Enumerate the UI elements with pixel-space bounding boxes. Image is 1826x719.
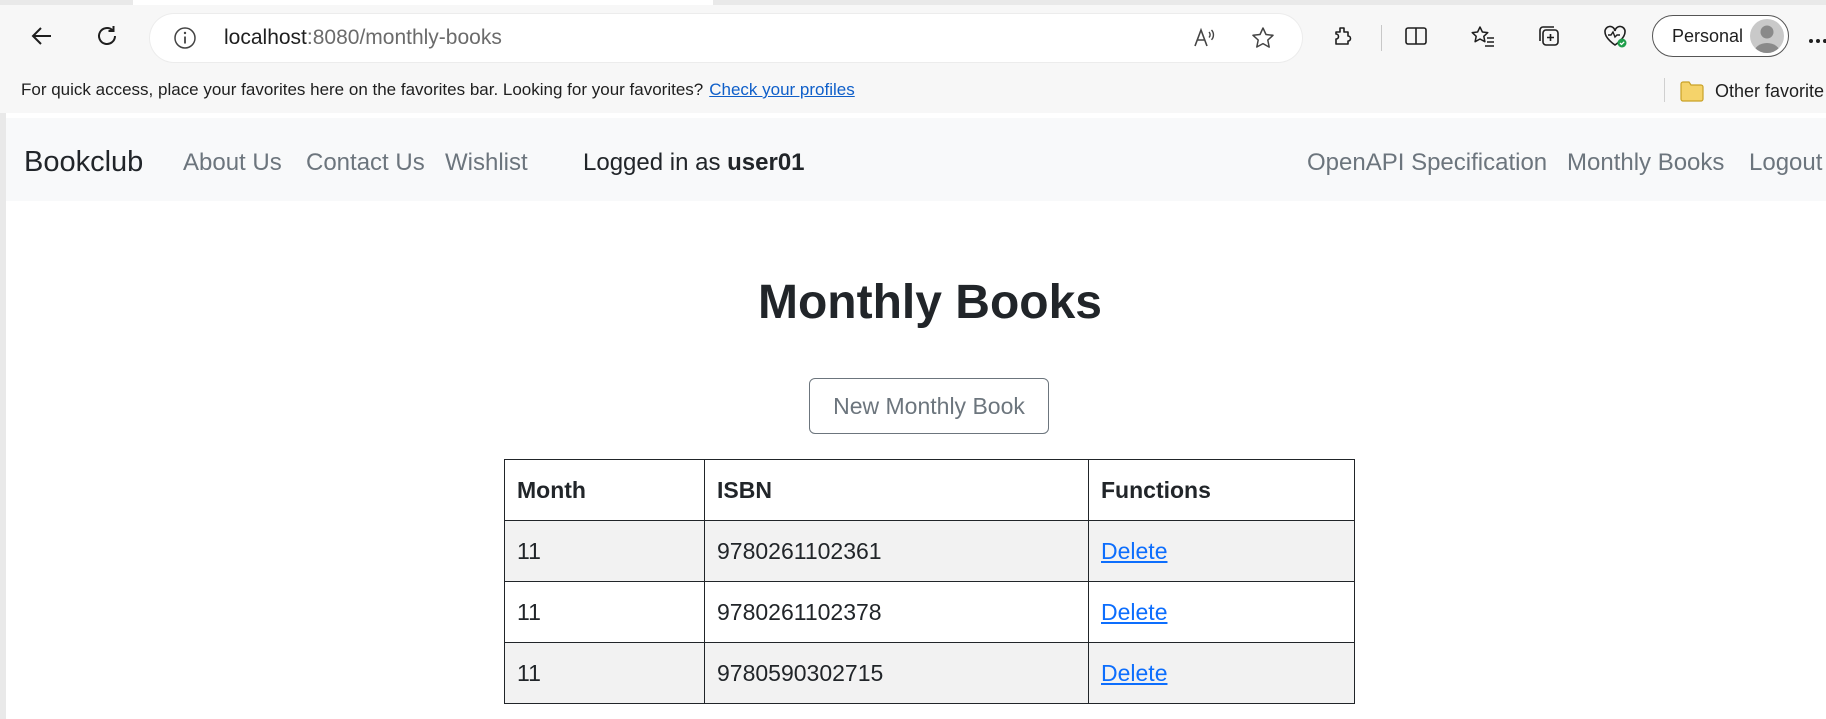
folder-icon [1680,81,1704,102]
toolbar-divider [1381,25,1382,51]
address-bar[interactable]: localhost:8080/monthly-books [150,14,1302,62]
new-monthly-book-button[interactable]: New Monthly Book [809,378,1049,434]
site-navbar: Bookclub About Us Contact Us Wishlist Lo… [6,118,1826,201]
monthly-books-table: Month ISBN Functions 11 9780261102361 De… [504,459,1355,704]
functions-cell: Delete [1088,642,1355,704]
header-isbn: ISBN [704,459,1089,521]
month-cell: 11 [504,581,705,643]
nav-contact-us[interactable]: Contact Us [306,149,425,177]
brand-link[interactable]: Bookclub [24,146,143,179]
nav-wishlist[interactable]: Wishlist [445,149,528,177]
profile-name: Personal [1672,26,1744,46]
read-aloud-icon[interactable] [1191,25,1217,51]
more-icon[interactable] [1808,10,1826,72]
favorites-bar: For quick access, place your favorites h… [0,67,1826,113]
page-viewport: Bookclub About Us Contact Us Wishlist Lo… [6,113,1826,719]
nav-monthly-books[interactable]: Monthly Books [1567,149,1724,177]
username: user01 [727,149,805,176]
favorites-icon[interactable] [1463,5,1503,67]
header-functions: Functions [1088,459,1355,521]
logged-in-status: Logged in as user01 [583,149,805,176]
other-favorites-button[interactable]: Other favorite [1679,78,1824,104]
delete-link[interactable]: Delete [1101,660,1167,686]
favorite-star-icon[interactable] [1250,25,1276,51]
nav-logout[interactable]: Logout [1749,149,1822,177]
favorites-message: For quick access, place your favorites h… [21,80,855,99]
header-month: Month [504,459,705,521]
check-profiles-link[interactable]: Check your profiles [709,80,855,99]
isbn-cell: 9780590302715 [704,642,1089,704]
month-cell: 11 [504,520,705,582]
table-row: 11 9780261102361 Delete [504,520,1355,582]
profile-button[interactable]: Personal [1652,15,1789,57]
avatar [1750,19,1784,53]
delete-link[interactable]: Delete [1101,538,1167,564]
delete-link[interactable]: Delete [1101,599,1167,625]
back-icon[interactable] [22,5,62,67]
url-text[interactable]: localhost:8080/monthly-books [224,26,502,50]
table-row: 11 9780590302715 Delete [504,642,1355,704]
month-cell: 11 [504,642,705,704]
isbn-cell: 9780261102361 [704,520,1089,582]
split-screen-icon[interactable] [1396,5,1436,67]
collections-icon[interactable] [1529,5,1569,67]
browser-toolbar: localhost:8080/monthly-books Personal [0,5,1826,67]
page-title: Monthly Books [758,276,1102,329]
functions-cell: Delete [1088,581,1355,643]
favorites-divider [1664,78,1665,102]
info-icon[interactable] [172,25,198,51]
table-header-row: Month ISBN Functions [504,459,1355,521]
refresh-icon[interactable] [87,5,127,67]
nav-openapi-spec[interactable]: OpenAPI Specification [1307,149,1547,177]
extensions-icon[interactable] [1324,5,1364,67]
isbn-cell: 9780261102378 [704,581,1089,643]
table-row: 11 9780261102378 Delete [504,581,1355,643]
functions-cell: Delete [1088,520,1355,582]
nav-about-us[interactable]: About Us [183,149,282,177]
browser-essentials-icon[interactable] [1595,5,1635,67]
